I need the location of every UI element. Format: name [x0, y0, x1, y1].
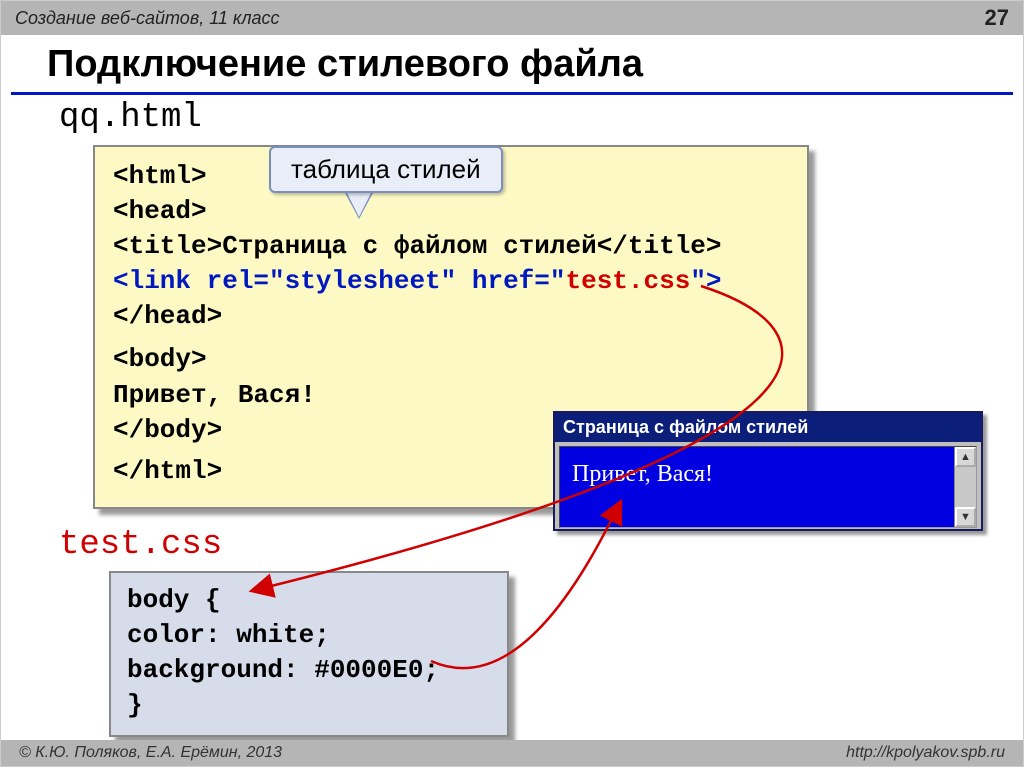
- footer-url: http://kpolyakov.spb.ru: [846, 744, 1005, 762]
- css-filename: test.css: [59, 526, 222, 564]
- html-filename: qq.html: [59, 99, 1023, 137]
- code-line: <link rel="stylesheet" href="test.css">: [113, 264, 789, 299]
- code-line: }: [127, 688, 491, 723]
- css-code-block: body { color: white; background: #0000E0…: [109, 571, 509, 737]
- code-line: <title>Страница с файлом стилей</title>: [113, 229, 789, 264]
- copyright-text: © К.Ю. Поляков, Е.А. Ерёмин, 2013: [19, 744, 282, 762]
- code-line: background: #0000E0;: [127, 653, 491, 688]
- code-line: body {: [127, 583, 491, 618]
- browser-preview: Страница с файлом стилей Привет, Вася! ▲…: [553, 411, 983, 531]
- browser-body: Привет, Вася! ▲ ▼: [559, 446, 977, 528]
- footer: © К.Ю. Поляков, Е.А. Ерёмин, 2013 http:/…: [1, 740, 1023, 766]
- browser-titlebar: Страница с файлом стилей: [555, 413, 981, 442]
- scroll-down-icon[interactable]: ▼: [955, 507, 976, 527]
- code-line: <body>: [113, 342, 789, 377]
- scroll-up-icon[interactable]: ▲: [955, 447, 976, 467]
- code-line: <head>: [113, 194, 789, 229]
- browser-body-text: Привет, Вася!: [572, 461, 713, 487]
- callout-tail: [345, 189, 373, 217]
- callout-label: таблица стилей: [269, 146, 503, 193]
- code-line: color: white;: [127, 618, 491, 653]
- slide-title: Подключение стилевого файла: [11, 35, 1013, 95]
- page-number: 27: [985, 5, 1009, 31]
- course-label: Создание веб-сайтов, 11 класс: [15, 8, 280, 29]
- scrollbar[interactable]: ▲ ▼: [954, 447, 976, 527]
- top-bar: Создание веб-сайтов, 11 класс 27: [1, 1, 1023, 35]
- code-line: </head>: [113, 299, 789, 334]
- code-line: Привет, Вася!: [113, 378, 789, 413]
